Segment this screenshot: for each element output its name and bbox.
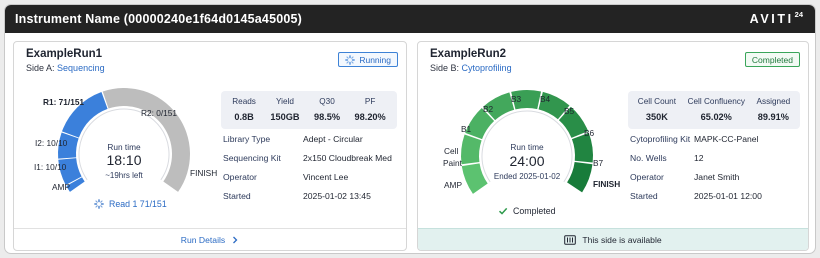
property-key: Cytoprofiling Kit	[630, 133, 691, 144]
property-value: Janet Smith	[694, 171, 740, 182]
flowcell-icon	[564, 234, 577, 245]
logo-word: AVITI	[749, 12, 794, 26]
property-row: Operator Vincent Lee	[223, 167, 392, 186]
property-row: Started 2025-01-02 13:45	[223, 186, 392, 205]
run-stats: Cell Count 350K Cell Confluency 65.02% A…	[628, 91, 800, 129]
property-row: Cytoprofiling Kit MAPK-CC-Panel	[630, 129, 762, 148]
gauge-label-cell: Cell	[444, 146, 458, 156]
stat-label: PF	[364, 97, 376, 106]
gauge-label-finish: FINISH	[190, 168, 217, 178]
property-row: Sequencing Kit 2x150 Cloudbreak Med	[223, 148, 392, 167]
gauge-label-finish: FINISH	[593, 179, 620, 189]
gauge-label-b3: B3	[511, 94, 522, 104]
title-bar: Instrument Name (00000240e1f64d0145a4500…	[5, 5, 815, 33]
logo-number: 24	[794, 10, 803, 19]
stat-label: Cell Confluency	[687, 97, 745, 106]
property-key: Operator	[630, 171, 664, 182]
property-key: Sequencing Kit	[223, 152, 281, 163]
stat-reads: Reads 0.8B	[232, 97, 256, 123]
property-key: Started	[223, 190, 251, 201]
run-time-label: Run time	[510, 142, 544, 152]
property-value: 2025-01-02 13:45	[303, 190, 371, 201]
aviti-logo: AVITI 24	[749, 10, 803, 26]
run-ended-date: Ended 2025-01-02	[494, 172, 561, 181]
stat-label: Yield	[276, 97, 294, 106]
run-properties: Cytoprofiling Kit MAPK-CC-Panel No. Well…	[630, 129, 762, 205]
gauge-label-b4: B4	[540, 94, 551, 104]
run-details-link[interactable]: Run Details	[14, 228, 406, 250]
stat-q30: Q30 98.5%	[314, 97, 340, 123]
completed-status: Completed	[498, 206, 556, 216]
stat-label: Cell Count	[637, 97, 677, 106]
gauge-label-b5: B5	[564, 106, 575, 116]
gauge-label-b7: B7	[593, 158, 604, 168]
property-row: Operator Janet Smith	[630, 167, 762, 186]
gauge-label-b6: B6	[584, 128, 595, 138]
time-remaining: ~19hrs left	[105, 171, 143, 180]
run-time-value: 18:10	[106, 152, 141, 168]
gauge-step-segment	[461, 134, 482, 165]
property-row: Library Type Adept - Circular	[223, 129, 392, 148]
stat-value: 0.8B	[234, 112, 254, 122]
run-time-value: 24:00	[509, 153, 544, 169]
read-progress-text: Read 1 71/151	[109, 199, 167, 209]
checkmark-icon	[498, 207, 508, 215]
run-details-label[interactable]: Run Details	[181, 235, 225, 245]
stat-value: 98.5%	[314, 112, 341, 122]
stat-cell-count: Cell Count 350K	[638, 97, 676, 123]
property-key: No. Wells	[630, 152, 667, 163]
property-row: Started 2025-01-01 12:00	[630, 186, 762, 205]
property-value: Adept - Circular	[303, 133, 363, 144]
property-row: No. Wells 12	[630, 148, 762, 167]
property-key: Started	[630, 190, 658, 201]
chevron-right-icon	[233, 236, 238, 243]
property-value: MAPK-CC-Panel	[694, 133, 759, 144]
run-properties: Library Type Adept - Circular Sequencing…	[223, 129, 392, 205]
run-stats: Reads 0.8B Yield 150GB Q30 98.5% PF 98.2…	[221, 91, 397, 129]
completed-status-text: Completed	[513, 206, 556, 216]
property-key: Operator	[223, 171, 257, 182]
side-available-banner: This side is available	[418, 228, 808, 250]
stat-value: 89.91%	[757, 112, 789, 122]
gauge-label-i2: I2: 10/10	[35, 138, 68, 148]
run-time-label: Run time	[107, 142, 141, 152]
stat-cell-confluency: Cell Confluency 65.02%	[688, 97, 745, 123]
side-a-card: ExampleRun1 Side A: Sequencing Running R…	[13, 41, 407, 251]
property-key: Library Type	[223, 133, 271, 144]
gauge-label-r2: R2: 0/151	[141, 108, 177, 118]
instrument-window: Instrument Name (00000240e1f64d0145a4500…	[4, 4, 816, 254]
gauge-label-r1: R1: 71/151	[43, 97, 84, 107]
stat-assigned: Assigned 89.91%	[757, 97, 791, 123]
instrument-name: Instrument Name (00000240e1f64d0145a4500…	[15, 12, 303, 26]
stat-value: 350K	[645, 112, 668, 122]
stat-value: 150GB	[270, 112, 300, 122]
stat-value: 65.02%	[700, 112, 732, 122]
stat-yield: Yield 150GB	[270, 97, 299, 123]
read-progress: Read 1 71/151	[94, 199, 167, 209]
property-value: 12	[694, 152, 704, 163]
spinner-icon	[94, 199, 104, 209]
property-value: 2x150 Cloudbreak Med	[303, 152, 392, 163]
property-value: Vincent Lee	[303, 171, 349, 182]
stat-value: 98.20%	[354, 112, 386, 122]
side-available-text: This side is available	[582, 234, 662, 245]
gauge-label-i1: I1: 10/10	[34, 162, 67, 172]
gauge-label-b2: B2	[483, 104, 494, 114]
gauge-label-b1: B1	[461, 124, 472, 134]
stat-label: Reads	[232, 97, 256, 106]
property-value: 2025-01-01 12:00	[694, 190, 762, 201]
stat-label: Q30	[319, 97, 335, 106]
stat-pf: PF 98.20%	[355, 97, 386, 123]
gauge-label-amp: AMP	[444, 180, 462, 190]
gauge-label-amp: AMP	[52, 182, 70, 192]
side-b-card: ExampleRun2 Side B: Cytoprofiling Comple…	[417, 41, 809, 251]
gauge-label-paint: Paint	[443, 158, 463, 168]
stat-label: Assigned	[756, 97, 791, 106]
